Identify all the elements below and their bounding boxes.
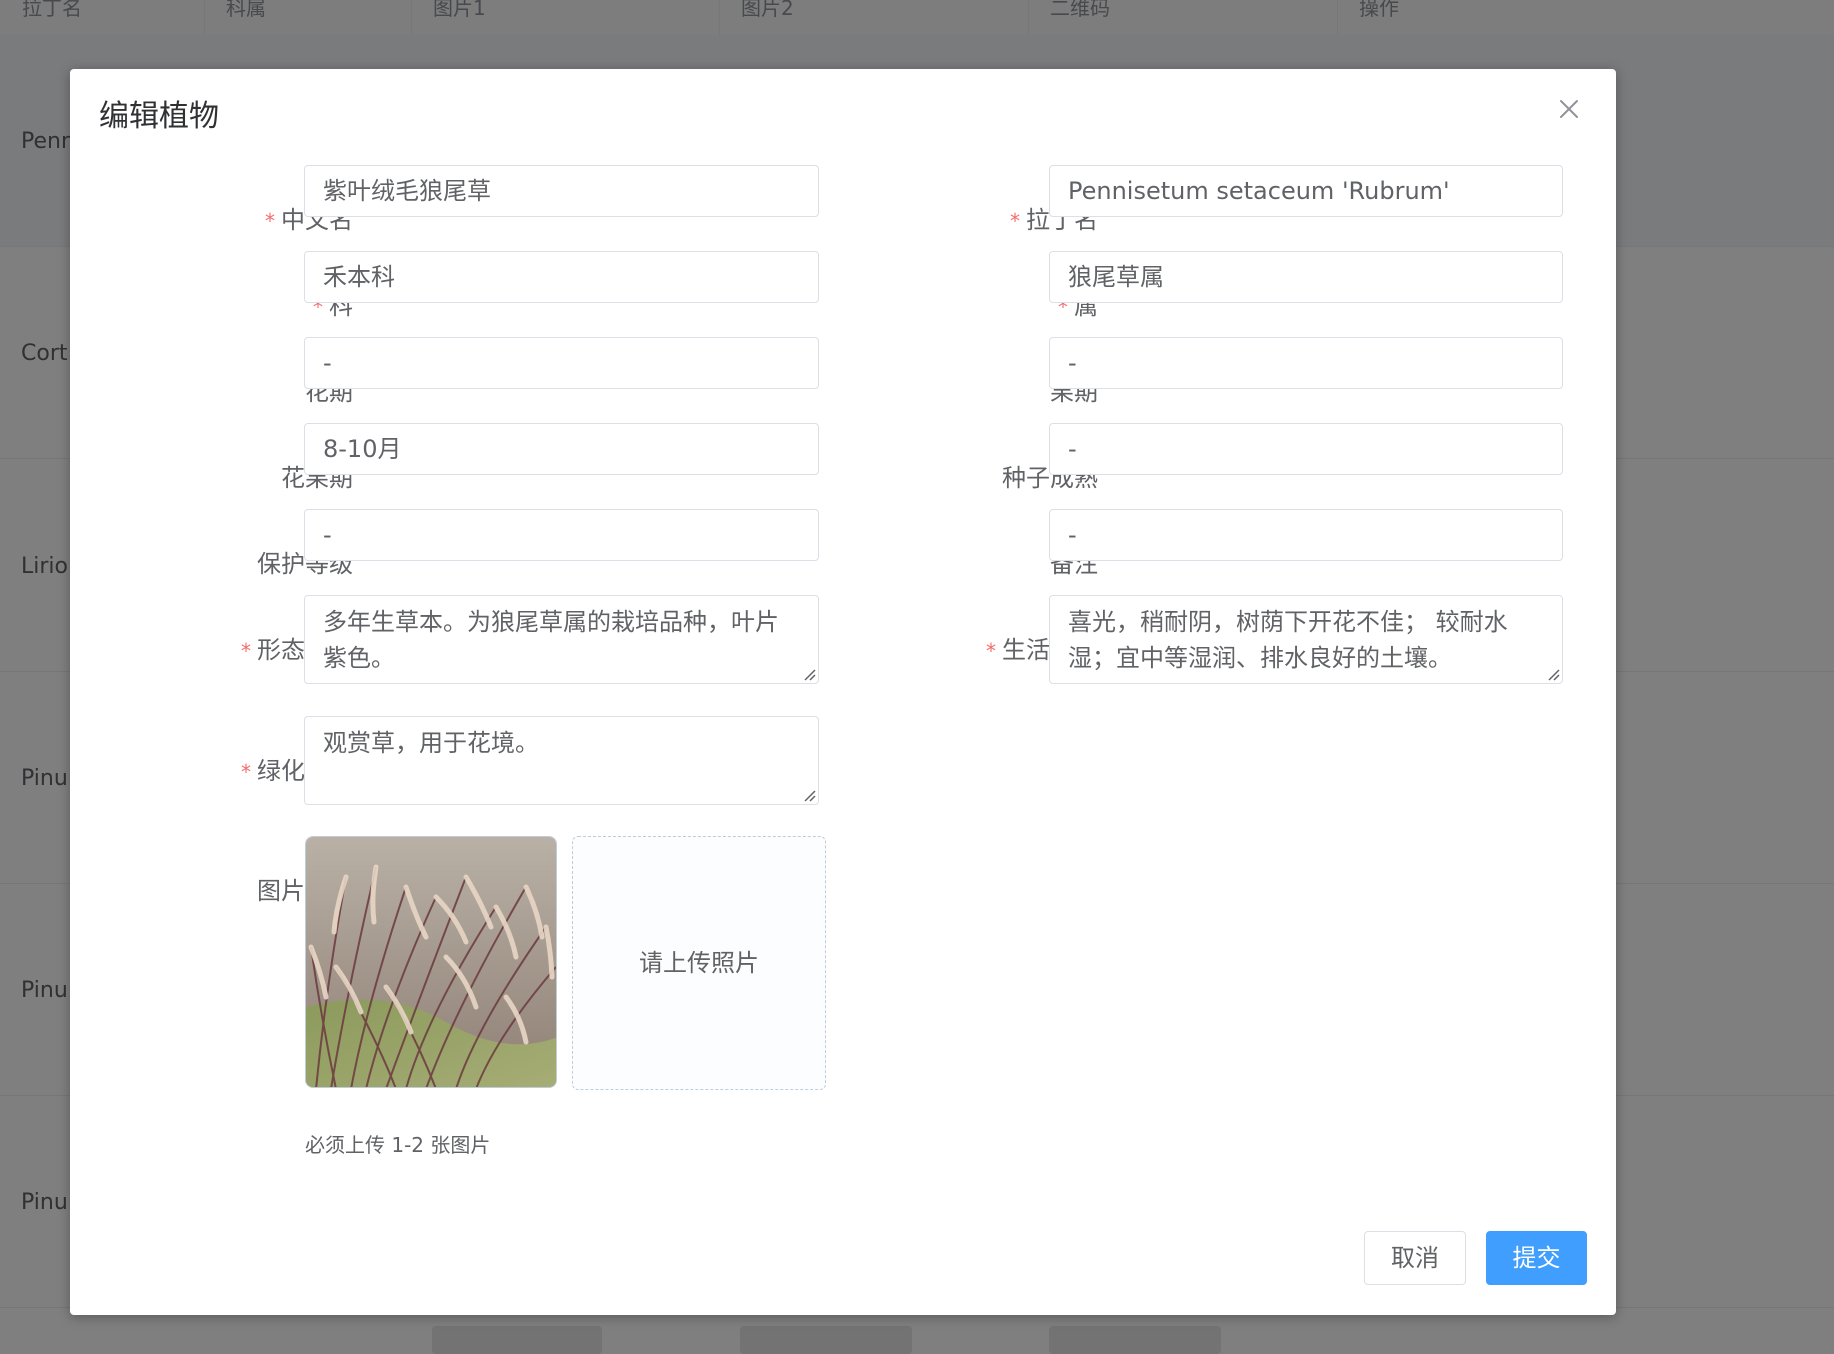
genus-input[interactable]: 狼尾草属 — [1049, 251, 1563, 303]
family-input[interactable]: 禾本科 — [304, 251, 819, 303]
morphology-textarea[interactable]: 多年生草本。为狼尾草属的栽培品种，叶片紫色。 — [304, 595, 819, 684]
cancel-button[interactable]: 取消 — [1364, 1231, 1466, 1285]
resize-handle-icon[interactable] — [1546, 667, 1560, 681]
submit-button[interactable]: 提交 — [1486, 1231, 1587, 1285]
dialog-title: 编辑植物 — [99, 99, 219, 134]
protection-input[interactable]: - — [304, 509, 819, 561]
resize-handle-icon[interactable] — [802, 667, 816, 681]
seed-maturity-input[interactable]: - — [1049, 423, 1563, 475]
close-icon — [1560, 100, 1578, 118]
plant-photo-thumbnail[interactable] — [305, 836, 557, 1088]
greening-textarea[interactable]: 观赏草，用于花境。 — [304, 716, 819, 805]
edit-plant-dialog: 编辑植物 * 中文名 紫叶绒毛狼尾草 * 拉丁名 Pennisetum setace… — [70, 69, 1616, 1315]
flowering-input[interactable]: - — [304, 337, 819, 389]
latin-name-input[interactable]: Pennisetum setaceum 'Rubrum' — [1049, 165, 1563, 217]
resize-handle-icon[interactable] — [802, 788, 816, 802]
chinese-name-input[interactable]: 紫叶绒毛狼尾草 — [304, 165, 819, 217]
fruiting-input[interactable]: - — [1049, 337, 1563, 389]
close-button[interactable] — [1555, 95, 1583, 123]
upload-hint: 必须上传 1-2 张图片 — [305, 1133, 491, 1157]
upload-photo-label: 请上传照片 — [639, 949, 759, 977]
upload-photo-button[interactable]: 请上传照片 — [572, 836, 826, 1090]
plant-photo-image — [306, 837, 556, 1087]
flower-fruit-input[interactable]: 8-10月 — [304, 423, 819, 475]
remarks-input[interactable]: - — [1049, 509, 1563, 561]
habit-textarea[interactable]: 喜光，稍耐阴，树荫下开花不佳； 较耐水湿；宜中等湿润、排水良好的土壤。 — [1049, 595, 1563, 684]
